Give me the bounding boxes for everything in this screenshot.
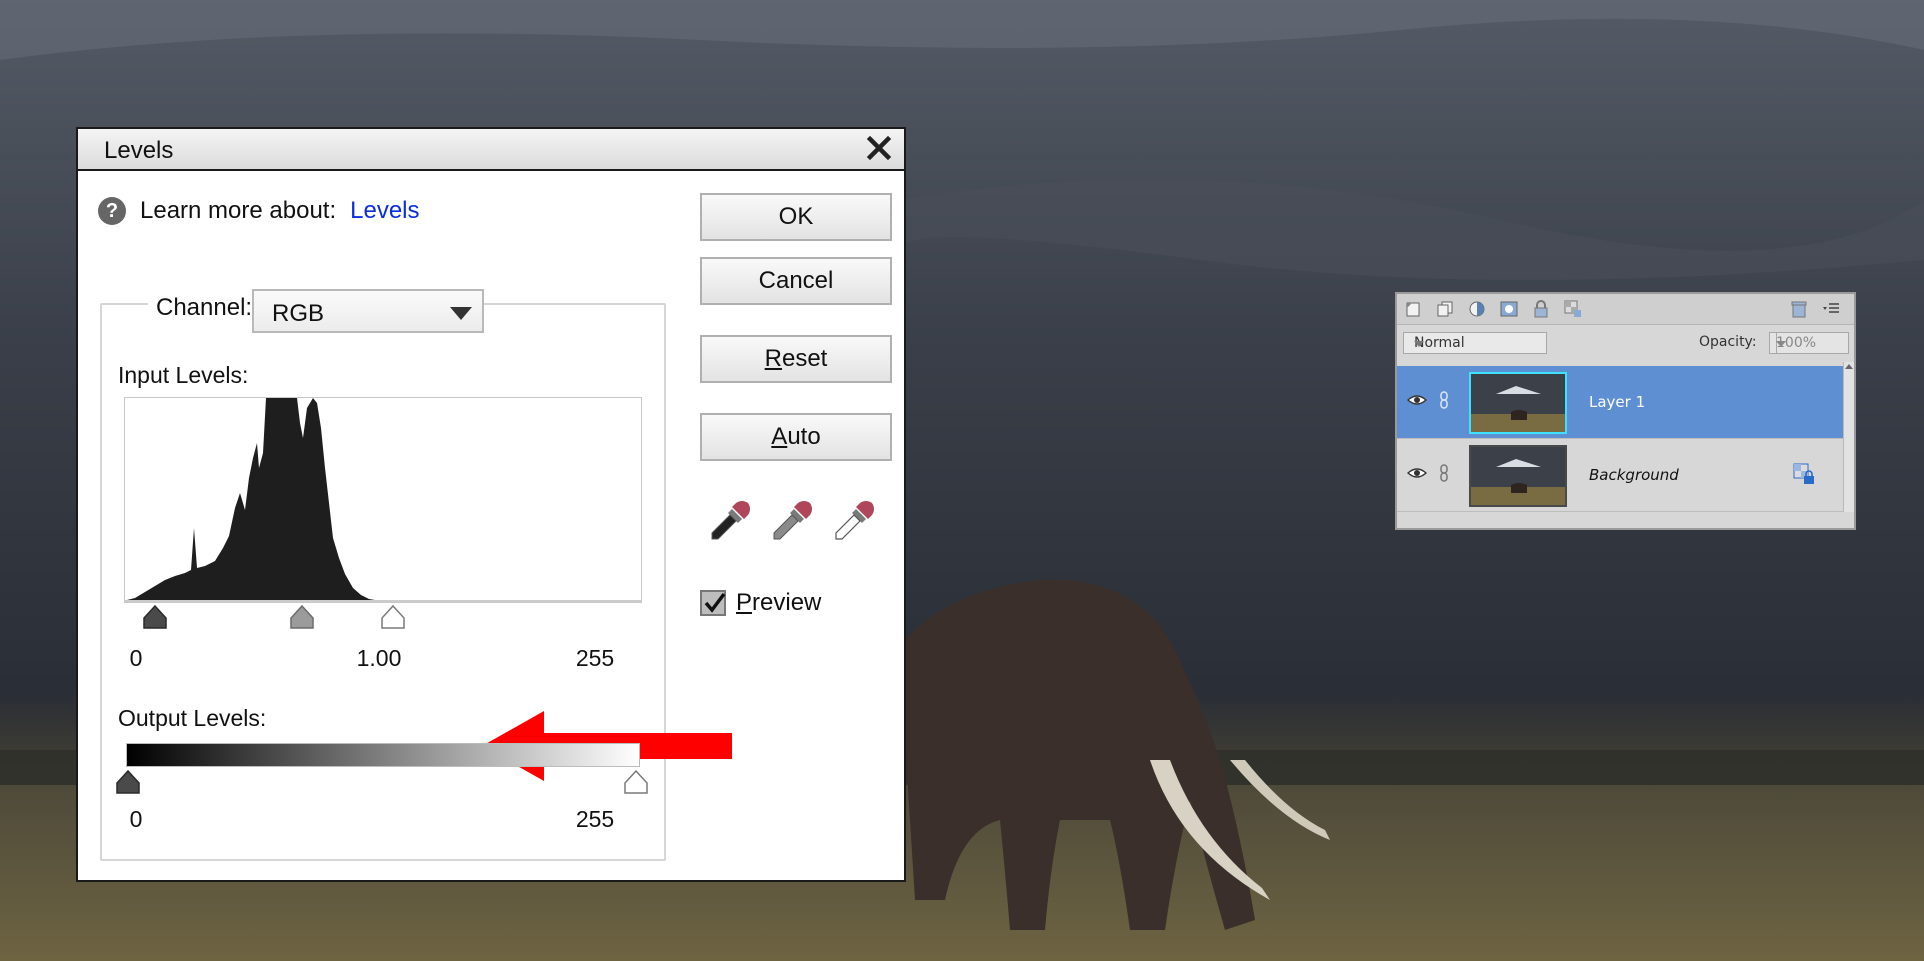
output-black-slider[interactable] <box>115 769 141 795</box>
duplicate-icon[interactable] <box>1435 299 1455 319</box>
preview-label: review <box>752 589 822 616</box>
histogram-graph <box>125 398 641 602</box>
input-white-value[interactable]: 255 <box>560 645 630 672</box>
new-layer-icon[interactable] <box>1403 299 1423 319</box>
opacity-field[interactable]: 100% <box>1769 332 1849 354</box>
auto-button-label: uto <box>787 423 821 450</box>
link-icon[interactable] <box>1439 463 1449 483</box>
channel-select[interactable]: RGB <box>252 289 484 333</box>
mask-icon[interactable] <box>1499 299 1519 319</box>
eye-icon[interactable] <box>1407 392 1427 408</box>
layer-row-layer-1[interactable]: Layer 1 <box>1397 366 1843 439</box>
levels-dialog: Levels ? Learn more about: Levels Channe… <box>76 127 906 882</box>
help-row: ? Learn more about: Levels <box>98 197 420 225</box>
trash-icon[interactable] <box>1789 299 1809 319</box>
question-icon[interactable]: ? <box>98 197 126 225</box>
ok-button-label: OK <box>778 203 814 230</box>
output-levels-label: Output Levels: <box>118 705 267 731</box>
input-gamma-value[interactable]: 1.00 <box>344 645 414 672</box>
checkbox-checked-icon[interactable] <box>700 590 726 616</box>
output-white-value[interactable]: 255 <box>560 806 630 833</box>
blend-mode-select[interactable]: Normal <box>1403 332 1547 354</box>
layers-panel: Normal Opacity: 100% Layer 1 Background <box>1395 292 1856 530</box>
input-white-slider[interactable] <box>380 604 406 630</box>
auto-mnemonic: A <box>771 423 788 450</box>
output-white-slider[interactable] <box>623 769 649 795</box>
layers-toolbar <box>1397 294 1854 325</box>
layer-thumbnail <box>1469 445 1567 507</box>
link-icon[interactable] <box>1439 390 1449 410</box>
channel-label: Channel: <box>148 294 261 322</box>
layers-scrollbar[interactable] <box>1843 362 1854 512</box>
reset-mnemonic: R <box>764 345 782 372</box>
scroll-up-icon[interactable] <box>1845 364 1853 369</box>
input-gamma-slider[interactable] <box>289 604 315 630</box>
black-eyedropper-icon[interactable] <box>706 497 754 545</box>
opacity-label: Opacity: <box>1699 334 1757 350</box>
input-levels-label: Input Levels: <box>118 362 249 388</box>
cancel-button[interactable]: Cancel <box>700 257 892 305</box>
output-gradient-bar <box>126 743 640 767</box>
preview-mnemonic: P <box>736 589 753 616</box>
dialog-titlebar[interactable]: Levels <box>78 129 904 171</box>
help-prefix: Learn more about: <box>140 197 337 224</box>
layer-row-background[interactable]: Background <box>1397 439 1843 512</box>
chevron-down-icon <box>1776 341 1786 347</box>
input-black-value[interactable]: 0 <box>101 645 171 672</box>
layer-thumbnail <box>1469 372 1567 434</box>
background-lock-icon[interactable] <box>1793 463 1815 485</box>
help-link[interactable]: Levels <box>350 197 419 225</box>
channel-select-value: RGB <box>272 300 325 327</box>
output-black-value[interactable]: 0 <box>101 806 171 833</box>
eye-icon[interactable] <box>1407 465 1427 481</box>
auto-button[interactable]: Auto <box>700 413 892 461</box>
ok-button[interactable]: OK <box>700 193 892 241</box>
chevron-down-icon <box>450 307 472 320</box>
adjustment-layer-icon[interactable] <box>1467 299 1487 319</box>
reset-button[interactable]: Reset <box>700 335 892 383</box>
chevron-down-icon <box>1414 341 1424 347</box>
gray-eyedropper-icon[interactable] <box>768 497 816 545</box>
close-icon[interactable] <box>862 131 896 165</box>
reset-button-label: eset <box>781 345 828 372</box>
layer-name[interactable]: Background <box>1589 466 1679 484</box>
input-black-slider[interactable] <box>142 604 168 630</box>
white-eyedropper-icon[interactable] <box>830 497 878 545</box>
cancel-button-label: Cancel <box>758 267 834 294</box>
lock-transparency-icon[interactable] <box>1563 299 1583 319</box>
panel-menu-icon[interactable] <box>1821 299 1841 319</box>
layer-name[interactable]: Layer 1 <box>1589 393 1645 411</box>
dialog-title: Levels <box>104 137 174 164</box>
lock-icon[interactable] <box>1531 299 1551 319</box>
preview-checkbox[interactable]: Preview <box>700 589 821 617</box>
histogram <box>124 397 642 603</box>
